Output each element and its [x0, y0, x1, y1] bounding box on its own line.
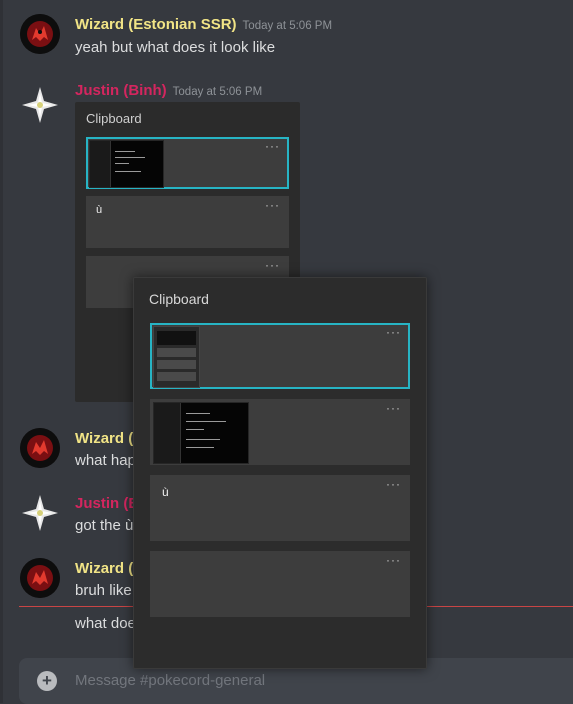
clipboard-item-value: ù: [162, 485, 169, 499]
clipboard-history-panel[interactable]: Clipboard ··· ··· ù ··· ···: [133, 277, 427, 669]
justin-avatar[interactable]: [20, 493, 60, 533]
terminal-thumbnail: [153, 402, 249, 464]
clipboard-stack-thumbnail: [153, 326, 200, 388]
message-text: yeah but what does it look like: [75, 39, 276, 56]
clipboard-item-text: ù ···: [86, 196, 289, 248]
message-text: what doe: [75, 615, 136, 632]
timestamp: Today at 5:06 PM: [172, 86, 263, 98]
author-name[interactable]: Wizard (Estonian SSR): [75, 16, 237, 33]
timestamp: Today at 5:06 PM: [242, 20, 333, 32]
author-name[interactable]: Wizard (: [75, 560, 133, 577]
more-options-icon: ···: [265, 258, 280, 272]
message-text: what hap: [75, 452, 136, 469]
message-text: got the ù: [75, 517, 134, 534]
message-author[interactable]: Justin (Binh) Today at 5:06 PM: [75, 82, 262, 99]
clipboard-title: Clipboard: [86, 111, 142, 126]
more-options-icon[interactable]: ···: [386, 553, 401, 567]
clipboard-title: Clipboard: [149, 291, 209, 307]
wizard-avatar[interactable]: [20, 14, 60, 54]
message-author[interactable]: Wizard (Estonian SSR) Today at 5:06 PM: [75, 16, 332, 33]
compass-star-icon: [22, 495, 58, 531]
wizard-avatar[interactable]: [20, 428, 60, 468]
clipboard-item-text[interactable]: ù ···: [150, 475, 410, 541]
message-input[interactable]: Message #pokecord-general: [75, 672, 265, 689]
author-name[interactable]: Justin (Binh): [75, 82, 167, 99]
more-options-icon[interactable]: ···: [386, 401, 401, 415]
message-text: bruh like: [75, 582, 132, 599]
wizard-avatar[interactable]: [20, 558, 60, 598]
clipboard-item-screenshot-stack[interactable]: ···: [150, 323, 410, 389]
more-options-icon[interactable]: ···: [386, 325, 401, 339]
justin-avatar[interactable]: [20, 85, 60, 125]
terminal-thumbnail: [89, 140, 164, 188]
more-options-icon: ···: [265, 198, 280, 212]
clipboard-item-screenshot-terminal[interactable]: ···: [150, 399, 410, 465]
dragon-sigil-icon: [20, 428, 60, 468]
more-options-icon: ···: [265, 139, 280, 153]
author-name[interactable]: Justin (B: [75, 495, 139, 512]
dragon-sigil-icon: [20, 558, 60, 598]
dragon-sigil-icon: [20, 14, 60, 54]
clipboard-item-screenshot: ···: [86, 137, 289, 189]
attach-plus-icon[interactable]: +: [37, 671, 57, 691]
clipboard-item-value: ù: [96, 204, 103, 216]
more-options-icon[interactable]: ···: [386, 477, 401, 491]
clipboard-item-empty[interactable]: ···: [150, 551, 410, 617]
author-name[interactable]: Wizard (: [75, 430, 133, 447]
message-justin-1: Justin (Binh) Today at 5:06 PM: [0, 80, 573, 123]
message-wizard-1: Wizard (Estonian SSR) Today at 5:06 PM ye…: [0, 14, 573, 62]
compass-star-icon: [22, 87, 58, 123]
